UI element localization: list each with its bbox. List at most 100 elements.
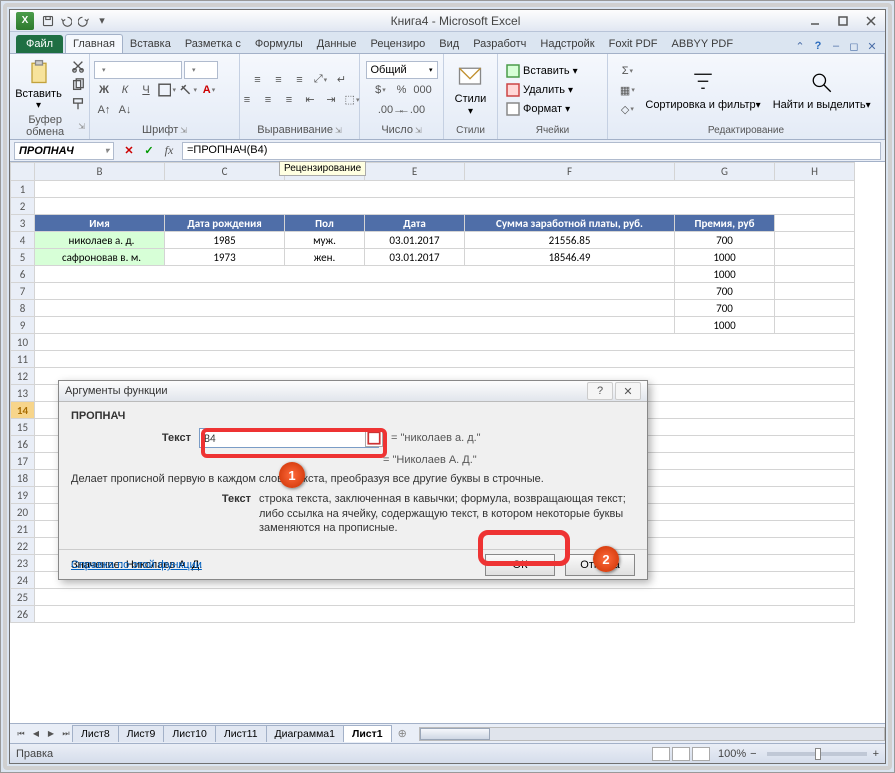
cell[interactable]: 1973 xyxy=(165,249,285,266)
tab-nav-first-icon[interactable]: ⏮ xyxy=(14,727,28,741)
row-header[interactable]: 25 xyxy=(11,589,35,606)
tab-formulas[interactable]: Формулы xyxy=(248,35,310,53)
doc-minimize-icon[interactable]: – xyxy=(829,39,843,53)
tab-review[interactable]: Рецензиро xyxy=(364,35,433,53)
help-icon[interactable]: ? xyxy=(811,39,825,53)
row-header[interactable]: 15 xyxy=(11,419,35,436)
row-header[interactable]: 2 xyxy=(11,198,35,215)
bold-icon[interactable]: Ж xyxy=(94,81,114,99)
col-header[interactable]: F xyxy=(465,163,675,181)
row-header[interactable]: 16 xyxy=(11,436,35,453)
dialog-close-icon[interactable]: ✕ xyxy=(615,382,641,400)
italic-icon[interactable]: К xyxy=(115,81,135,99)
tab-nav-last-icon[interactable]: ⏭ xyxy=(59,727,73,741)
tab-insert[interactable]: Вставка xyxy=(123,35,178,53)
cell[interactable]: 700 xyxy=(675,232,775,249)
maximize-icon[interactable] xyxy=(829,11,857,31)
delete-cells-button[interactable]: Удалить ▾ xyxy=(502,81,577,99)
sheet-tab[interactable]: Лист9 xyxy=(118,725,165,742)
align-left-icon[interactable]: ≡ xyxy=(237,91,257,109)
cell[interactable]: 1000 xyxy=(675,317,775,334)
styles-button[interactable]: Стили▾ xyxy=(451,61,491,118)
normal-view-icon[interactable] xyxy=(652,747,670,761)
cut-icon[interactable] xyxy=(68,57,88,75)
copy-icon[interactable] xyxy=(68,76,88,94)
row-header[interactable]: 8 xyxy=(11,300,35,317)
tab-view[interactable]: Вид xyxy=(432,35,466,53)
align-top-icon[interactable]: ≡ xyxy=(248,71,268,89)
align-center-icon[interactable]: ≡ xyxy=(258,91,278,109)
font-name-select[interactable] xyxy=(94,61,182,79)
tab-home[interactable]: Главная xyxy=(65,34,123,53)
comma-icon[interactable]: 000 xyxy=(413,81,433,99)
tab-addins[interactable]: Надстройк xyxy=(533,35,601,53)
row-header[interactable]: 22 xyxy=(11,538,35,555)
row-header[interactable]: 20 xyxy=(11,504,35,521)
currency-icon[interactable]: $ xyxy=(371,81,391,99)
row-header[interactable]: 5 xyxy=(11,249,35,266)
format-cells-button[interactable]: Формат ▾ xyxy=(502,100,574,118)
row-header[interactable]: 21 xyxy=(11,521,35,538)
dialog-help-icon[interactable]: ? xyxy=(587,382,613,400)
cell[interactable]: 18546.49 xyxy=(465,249,675,266)
font-color-icon[interactable]: A xyxy=(199,81,219,99)
page-break-view-icon[interactable] xyxy=(692,747,710,761)
formula-enter-icon[interactable]: ✓ xyxy=(140,142,158,160)
tab-nav-next-icon[interactable]: ▶ xyxy=(44,727,58,741)
autosum-icon[interactable]: Σ xyxy=(617,62,637,80)
doc-close-icon[interactable]: ✕ xyxy=(865,39,879,53)
col-header[interactable]: C xyxy=(165,163,285,181)
tab-file[interactable]: Файл xyxy=(16,35,63,53)
close-icon[interactable] xyxy=(857,11,885,31)
fill-icon[interactable]: ▦ xyxy=(617,81,637,99)
minimize-icon[interactable] xyxy=(801,11,829,31)
cell[interactable]: 03.01.2017 xyxy=(365,232,465,249)
row-header[interactable]: 19 xyxy=(11,487,35,504)
doc-restore-icon[interactable]: ◻ xyxy=(847,39,861,53)
name-box[interactable]: ПРОПНАЧ xyxy=(14,142,114,160)
sheet-tab[interactable]: Лист8 xyxy=(72,725,119,742)
fill-color-icon[interactable] xyxy=(178,81,198,99)
row-header[interactable]: 13 xyxy=(11,385,35,402)
paste-button[interactable]: Вставить▾ xyxy=(11,56,66,113)
tab-developer[interactable]: Разработч xyxy=(466,35,533,53)
page-layout-view-icon[interactable] xyxy=(672,747,690,761)
cell[interactable]: николаев а. д. xyxy=(35,232,165,249)
horizontal-scrollbar[interactable] xyxy=(419,727,885,741)
row-header[interactable]: 11 xyxy=(11,351,35,368)
orientation-icon[interactable]: ⤢ xyxy=(311,71,331,89)
cell[interactable]: 03.01.2017 xyxy=(365,249,465,266)
sheet-tab[interactable]: Лист1 xyxy=(343,725,392,742)
new-sheet-icon[interactable]: ⊕ xyxy=(392,727,413,740)
row-header[interactable]: 23 xyxy=(11,555,35,572)
sheet-tab[interactable]: Лист11 xyxy=(215,725,267,742)
font-size-select[interactable] xyxy=(184,61,218,79)
cell[interactable]: 1000 xyxy=(675,249,775,266)
formula-input[interactable]: =ПРОПНАЧ(B4) Рецензирование xyxy=(182,142,881,160)
number-format-select[interactable]: Общий▾ xyxy=(366,61,438,79)
row-header[interactable]: 17 xyxy=(11,453,35,470)
find-select-button[interactable]: Найти и выделить▾ xyxy=(769,67,875,113)
format-painter-icon[interactable] xyxy=(68,95,88,113)
row-header[interactable]: 10 xyxy=(11,334,35,351)
row-header[interactable]: 4 xyxy=(11,232,35,249)
redo-icon[interactable] xyxy=(76,13,92,29)
function-help-link[interactable]: Справка по этой функции xyxy=(71,559,202,571)
row-header[interactable]: 26 xyxy=(11,606,35,623)
row-header[interactable]: 18 xyxy=(11,470,35,487)
shrink-font-icon[interactable]: A↓ xyxy=(115,101,135,119)
col-header[interactable]: H xyxy=(775,163,855,181)
cell[interactable]: 700 xyxy=(675,300,775,317)
tab-abbyy[interactable]: ABBYY PDF xyxy=(665,35,741,53)
row-header[interactable]: 14 xyxy=(11,402,35,419)
zoom-in-icon[interactable]: + xyxy=(873,748,879,760)
tab-data[interactable]: Данные xyxy=(310,35,364,53)
decrease-indent-icon[interactable]: ⇤ xyxy=(300,91,320,109)
row-header[interactable]: 1 xyxy=(11,181,35,198)
percent-icon[interactable]: % xyxy=(392,81,412,99)
sheet-tab[interactable]: Диаграмма1 xyxy=(266,725,344,742)
range-select-icon[interactable] xyxy=(365,429,383,447)
ribbon-collapse-icon[interactable]: ⌃ xyxy=(793,39,807,53)
sort-filter-button[interactable]: Сортировка и фильтр▾ xyxy=(641,67,764,113)
row-header[interactable]: 24 xyxy=(11,572,35,589)
